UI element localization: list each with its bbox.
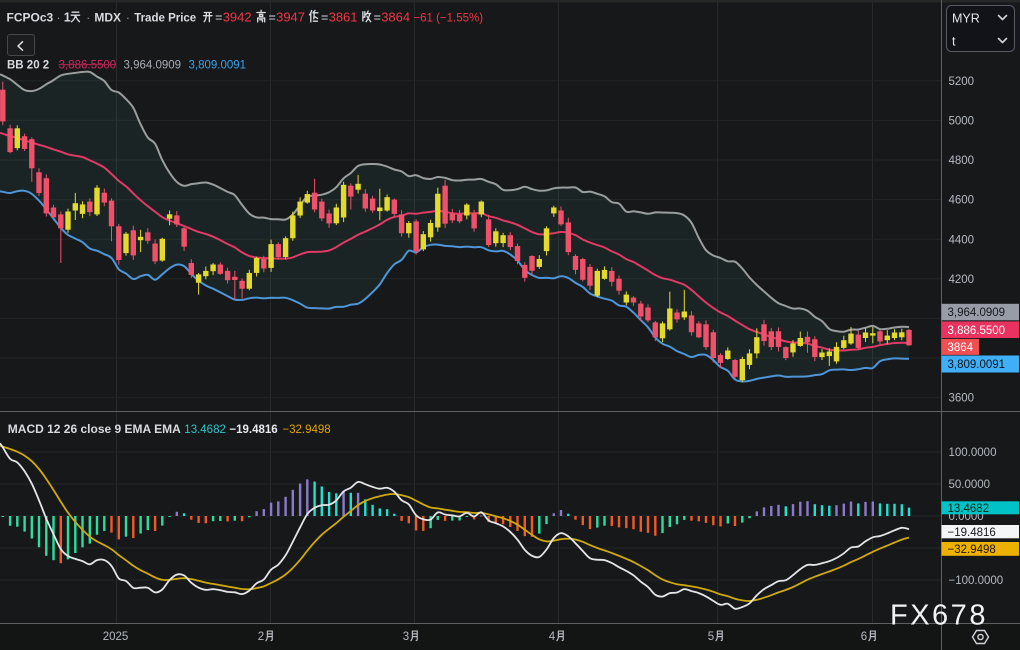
svg-text:13.4682: 13.4682	[948, 503, 990, 515]
svg-text:50.0000: 50.0000	[949, 479, 991, 491]
svg-text:2025: 2025	[103, 631, 129, 643]
svg-text:3600: 3600	[949, 393, 975, 405]
svg-text:3942: 3942	[223, 10, 252, 25]
svg-text:100.0000: 100.0000	[949, 447, 997, 459]
svg-text:=: =	[215, 11, 222, 25]
svg-text:6: 6	[861, 631, 867, 643]
svg-text:3947: 3947	[276, 10, 305, 25]
svg-text:3,809.0091: 3,809.0091	[189, 60, 247, 72]
svg-text:·: ·	[86, 11, 90, 25]
svg-text:−61 (−1.55%): −61 (−1.55%)	[413, 13, 483, 25]
svg-text:MYR: MYR	[952, 12, 980, 26]
svg-text:−19.4816: −19.4816	[948, 527, 996, 539]
svg-text:=: =	[374, 11, 381, 25]
svg-text:MACD 12 26 close 9 EMA EMA: MACD 12 26 close 9 EMA EMA	[8, 422, 181, 436]
svg-text:3864: 3864	[948, 342, 974, 354]
svg-text:Trade Price: Trade Price	[134, 13, 196, 25]
svg-text:4600: 4600	[949, 195, 975, 207]
svg-text:13.4682: 13.4682	[184, 424, 226, 436]
svg-text:·: ·	[126, 11, 130, 25]
svg-text:4400: 4400	[949, 234, 975, 246]
svg-text:3,964.0909: 3,964.0909	[948, 307, 1006, 319]
svg-text:−32.9498: −32.9498	[282, 424, 330, 436]
svg-text:5: 5	[708, 631, 714, 643]
svg-text:3,886.5500: 3,886.5500	[59, 60, 117, 72]
svg-text:BB 20 2: BB 20 2	[7, 60, 49, 72]
svg-text:FX678: FX678	[890, 600, 988, 632]
svg-text:1: 1	[64, 11, 71, 25]
svg-text:2: 2	[258, 631, 264, 643]
svg-text:3864: 3864	[381, 10, 410, 25]
svg-text:FCPOc3: FCPOc3	[7, 11, 54, 25]
svg-text:−19.4816: −19.4816	[229, 424, 277, 436]
svg-text:3861: 3861	[329, 10, 358, 25]
svg-text:=: =	[321, 11, 328, 25]
svg-text:MDX: MDX	[94, 11, 121, 25]
svg-text:t: t	[952, 35, 956, 49]
svg-text:4200: 4200	[949, 274, 975, 286]
svg-text:4800: 4800	[949, 155, 975, 167]
svg-text:−100.0000: −100.0000	[949, 575, 1004, 587]
svg-text:3: 3	[403, 631, 409, 643]
svg-text:3,886.5500: 3,886.5500	[948, 325, 1006, 337]
svg-text:·: ·	[57, 11, 61, 25]
svg-text:−32.9498: −32.9498	[948, 544, 996, 556]
svg-text:=: =	[269, 11, 276, 25]
svg-text:3,964.0909: 3,964.0909	[124, 60, 182, 72]
svg-text:4: 4	[549, 631, 556, 643]
svg-text:5000: 5000	[949, 116, 975, 128]
svg-text:5200: 5200	[949, 76, 975, 88]
svg-text:3,809.0091: 3,809.0091	[948, 359, 1006, 371]
